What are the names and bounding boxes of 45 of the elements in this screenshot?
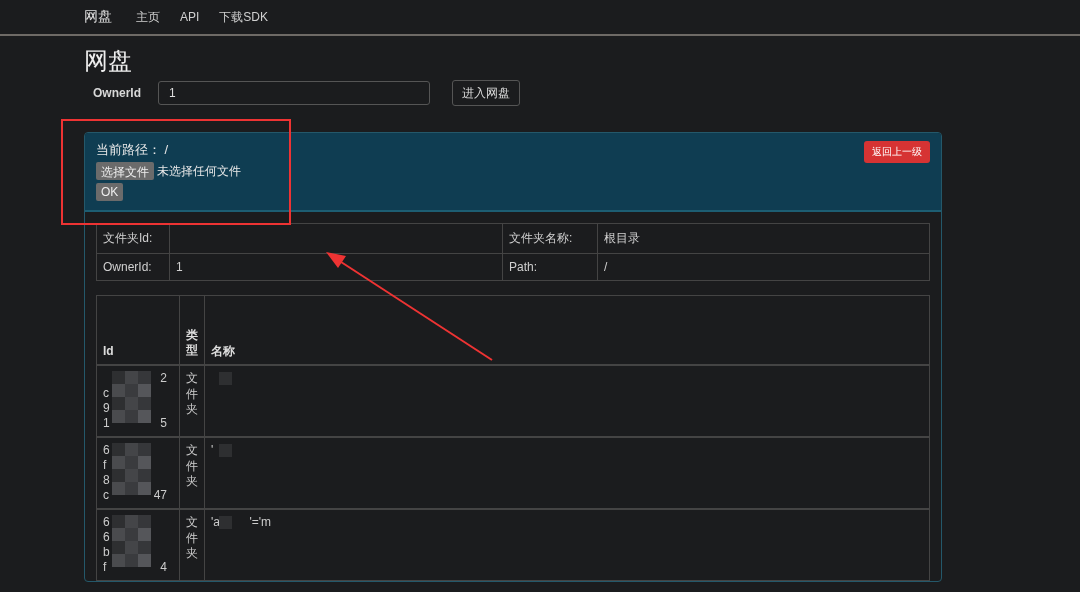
info-value: / [597, 253, 930, 281]
redaction-mosaic [112, 443, 151, 495]
column-header: 名称 [204, 295, 930, 365]
info-label: OwnerId: [96, 253, 170, 281]
id-fragment: 47 [153, 488, 167, 503]
type-cell: 文件夹 [179, 437, 205, 509]
id-fragment: b [103, 545, 110, 560]
id-fragment: 2 [160, 371, 167, 386]
id-fragment: 9 [103, 401, 110, 416]
name-fragment: ' [211, 443, 214, 458]
id-fragment: 6 [103, 515, 110, 530]
field-label: OwnerId [93, 86, 142, 100]
id-fragment: c [103, 488, 109, 503]
column-header: 类型 [179, 295, 205, 365]
file-status: 未选择任何文件 [157, 162, 241, 180]
column-header: Id [96, 295, 180, 365]
nav-link[interactable]: API [180, 10, 200, 24]
name-fragment: 'a [211, 515, 220, 530]
page-title: 网盘 [84, 46, 133, 76]
id-fragment: f [103, 458, 107, 473]
info-label: 文件夹Id: [96, 223, 170, 254]
enter-button[interactable]: 进入网盘 [452, 80, 520, 106]
nav-link[interactable]: 下载SDK [219, 8, 269, 26]
id-fragment: 6 [103, 530, 110, 545]
brand-link[interactable]: 网盘 [84, 8, 112, 26]
id-fragment: 4 [160, 560, 167, 575]
back-button[interactable]: 返回上一级 [864, 141, 930, 163]
current-path: 当前路径： / [96, 141, 169, 159]
id-fragment: 8 [103, 473, 110, 488]
owner-id-field[interactable]: 1 [158, 81, 430, 105]
info-value: 根目录 [597, 223, 930, 254]
id-fragment: 5 [160, 416, 167, 431]
choose-file-button[interactable]: 选择文件 [96, 162, 154, 180]
id-fragment: f [103, 560, 107, 575]
nav-link[interactable]: 主页 [136, 8, 160, 26]
redaction-mosaic [112, 515, 151, 567]
info-label: Path: [502, 253, 598, 281]
id-fragment: 1 [103, 416, 110, 431]
info-label: 文件夹名称: [502, 223, 598, 254]
ok-button[interactable]: OK [96, 183, 124, 201]
name-fragment: '='m [249, 515, 271, 530]
redaction-mosaic [112, 371, 151, 423]
id-fragment: 6 [103, 443, 110, 458]
id-fragment: c [103, 386, 109, 401]
type-cell: 文件夹 [179, 509, 205, 581]
